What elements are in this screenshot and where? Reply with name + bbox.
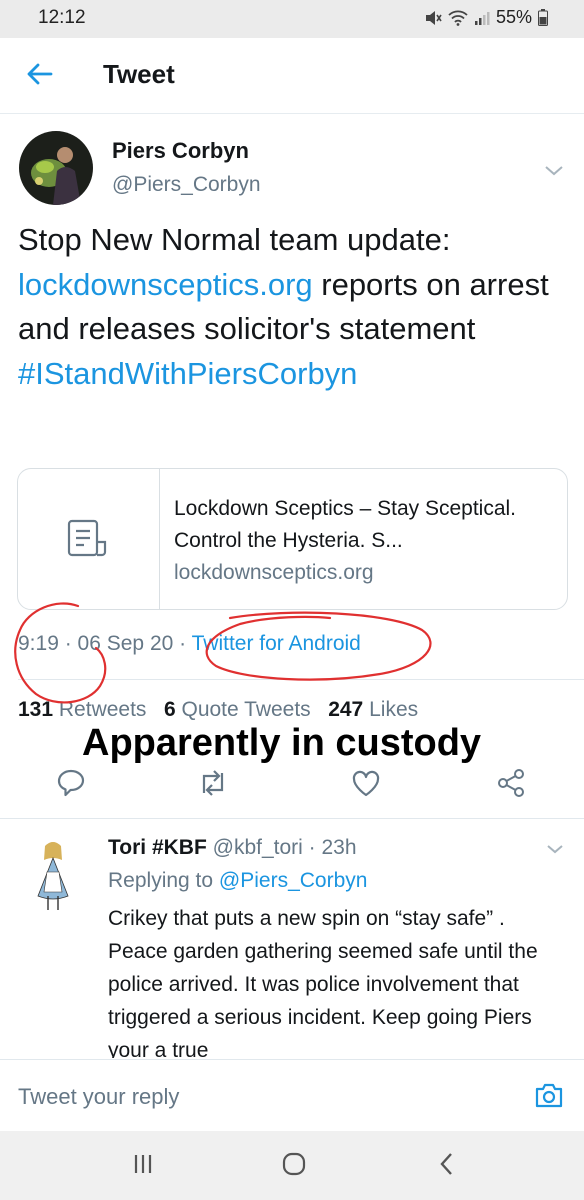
tweet-text-part1: Stop New Normal team update: xyxy=(18,222,451,257)
retweet-button[interactable] xyxy=(196,768,230,802)
reply-separator: · xyxy=(302,836,322,859)
camera-button[interactable] xyxy=(532,1080,566,1114)
like-button[interactable] xyxy=(349,768,383,802)
home-icon xyxy=(281,1151,307,1182)
author-name[interactable]: Piers Corbyn xyxy=(112,138,249,164)
meta-separator: · xyxy=(64,632,78,655)
replying-label: Replying to xyxy=(108,869,219,892)
reply-input[interactable]: Tweet your reply xyxy=(18,1084,179,1110)
chevron-left-icon xyxy=(436,1151,458,1182)
status-time: 12:12 xyxy=(38,7,86,28)
mute-icon xyxy=(424,10,442,26)
recents-icon xyxy=(131,1153,155,1180)
tweet-text: Stop New Normal team update: lockdownsce… xyxy=(18,218,568,396)
back-button[interactable] xyxy=(22,58,58,94)
share-icon xyxy=(496,768,526,803)
status-icons: 55% xyxy=(424,7,548,28)
heart-icon xyxy=(351,769,381,802)
back-nav-button[interactable] xyxy=(432,1151,462,1181)
replying-to-handle[interactable]: @Piers_Corbyn xyxy=(219,869,368,892)
tweet-time: 9:19 xyxy=(18,632,59,655)
divider xyxy=(18,679,584,680)
reply-author-handle[interactable]: @kbf_tori xyxy=(213,836,303,859)
card-title: Lockdown Sceptics – Stay Sceptical. Cont… xyxy=(174,497,517,552)
reply-avatar[interactable] xyxy=(30,836,76,916)
signal-icon xyxy=(474,10,490,26)
tweet-date: 06 Sep 20 xyxy=(77,632,174,655)
likes-stat[interactable]: 247 Likes xyxy=(328,698,418,721)
tweet-source[interactable]: Twitter for Android xyxy=(192,632,361,655)
reply-author-name[interactable]: Tori #KBF xyxy=(108,836,207,859)
card-thumbnail xyxy=(18,469,160,609)
chevron-down-icon xyxy=(544,845,566,862)
battery-icon xyxy=(538,9,548,26)
quote-tweets-stat[interactable]: 6 Quote Tweets xyxy=(164,698,311,721)
recents-button[interactable] xyxy=(128,1151,158,1181)
tweet-meta: 9:19 · 06 Sep 20 · Twitter for Android xyxy=(18,632,361,656)
overlay-caption: Apparently in custody xyxy=(82,722,482,764)
speech-bubble-icon xyxy=(56,768,86,803)
reply-text: Crikey that puts a new spin on “stay saf… xyxy=(108,907,538,1058)
meta-separator: · xyxy=(179,632,192,655)
retweet-icon xyxy=(197,769,229,802)
page-title: Tweet xyxy=(103,59,175,89)
arrow-left-icon xyxy=(27,63,53,90)
reply-header: Tori #KBF @kbf_tori · 23h xyxy=(108,836,357,860)
reply-age: 23h xyxy=(321,836,357,859)
app-header: Tweet xyxy=(0,38,584,114)
author-handle[interactable]: @Piers_Corbyn xyxy=(112,173,261,197)
reply-button[interactable] xyxy=(54,768,88,802)
retweets-stat[interactable]: 131 Retweets xyxy=(18,698,146,721)
wifi-icon xyxy=(448,10,468,26)
author-avatar[interactable] xyxy=(19,131,93,205)
link-card[interactable]: Lockdown Sceptics – Stay Sceptical. Cont… xyxy=(17,468,568,610)
card-url: lockdownsceptics.org xyxy=(174,561,374,584)
home-button[interactable] xyxy=(279,1151,309,1181)
tweet-menu-button[interactable] xyxy=(542,160,566,180)
compose-bar: Tweet your reply xyxy=(0,1059,584,1131)
document-icon xyxy=(67,518,111,563)
android-nav-bar xyxy=(0,1131,584,1200)
reply-menu-button[interactable] xyxy=(544,840,566,858)
tweet-stats: 131 Retweets 6 Quote Tweets 247 Likes xyxy=(18,698,418,722)
share-button[interactable] xyxy=(494,768,528,802)
camera-icon xyxy=(534,1081,564,1114)
tweet-hashtag[interactable]: #IStandWithPiersCorbyn xyxy=(18,356,357,391)
tweet-link[interactable]: lockdownsceptics.org xyxy=(18,267,313,302)
battery-level: 55% xyxy=(495,7,532,27)
replying-to: Replying to @Piers_Corbyn xyxy=(108,869,367,893)
status-bar: 12:12 55% xyxy=(0,0,584,38)
divider xyxy=(0,818,584,819)
chevron-down-icon xyxy=(542,166,566,184)
